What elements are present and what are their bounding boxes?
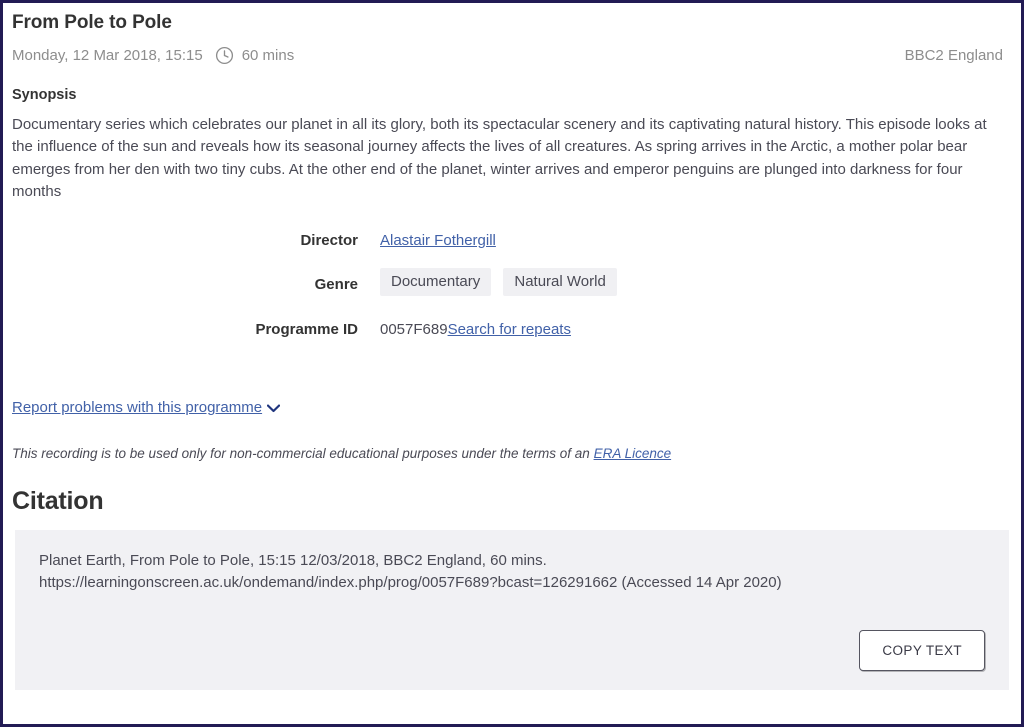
era-notice-text: This recording is to be used only for no… xyxy=(12,445,594,461)
citation-actions: COPY TEXT xyxy=(39,629,985,671)
director-value: Alastair Fothergill xyxy=(380,226,1021,268)
report-problems-block: Report problems with this programme xyxy=(3,338,1021,417)
director-link[interactable]: Alastair Fothergill xyxy=(380,232,496,249)
programme-detail-page: From Pole to Pole Monday, 12 Mar 2018, 1… xyxy=(3,3,1021,724)
browser-window-frame: From Pole to Pole Monday, 12 Mar 2018, 1… xyxy=(0,0,1024,727)
table-row-director: Director Alastair Fothergill xyxy=(3,226,1021,268)
citation-line-1: Planet Earth, From Pole to Pole, 15:15 1… xyxy=(39,551,547,569)
page-title: From Pole to Pole xyxy=(12,12,172,33)
genre-chip-natural-world[interactable]: Natural World xyxy=(503,267,617,296)
chevron-down-icon[interactable] xyxy=(266,401,281,416)
director-label: Director xyxy=(300,231,358,249)
duration-label: 60 mins xyxy=(241,47,295,64)
clock-icon xyxy=(215,46,234,65)
genre-label: Genre xyxy=(314,275,358,293)
programme-id-label: Programme ID xyxy=(255,320,358,338)
programme-meta-row: Monday, 12 Mar 2018, 15:15 60 mins BBC2 … xyxy=(3,34,1021,65)
era-licence-notice: This recording is to be used only for no… xyxy=(3,417,1021,461)
genre-value: Documentary Natural World xyxy=(380,267,1021,315)
citation-line-2: https://learningonscreen.ac.uk/ondemand/… xyxy=(39,573,782,591)
synopsis-heading: Synopsis xyxy=(12,87,77,103)
genre-chip-documentary[interactable]: Documentary xyxy=(380,267,492,296)
search-for-repeats-link[interactable]: Search for repeats xyxy=(448,321,571,338)
synopsis-text: Documentary series which celebrates our … xyxy=(12,116,987,201)
table-row-genre: Genre Documentary Natural World xyxy=(3,267,1021,315)
programme-details-table: Director Alastair Fothergill Genre Docum… xyxy=(3,226,1021,338)
broadcast-datetime: Monday, 12 Mar 2018, 15:15 xyxy=(12,47,203,64)
programme-meta-left: Monday, 12 Mar 2018, 15:15 60 mins xyxy=(12,46,905,65)
citation-heading: Citation xyxy=(12,486,104,515)
copy-text-button[interactable]: COPY TEXT xyxy=(859,629,985,671)
channel-label: BBC2 England xyxy=(904,47,1003,64)
programme-id-value-cell: 0057F689Search for repeats xyxy=(380,315,1021,338)
citation-panel: Planet Earth, From Pole to Pole, 15:15 1… xyxy=(15,529,1009,690)
era-licence-link[interactable]: ERA Licence xyxy=(594,446,672,461)
report-problems-link[interactable]: Report problems with this programme xyxy=(12,399,262,416)
table-row-programme-id: Programme ID 0057F689Search for repeats xyxy=(3,315,1021,338)
programme-id-value: 0057F689 xyxy=(380,320,448,338)
report-problems-label: Report problems with this programme xyxy=(12,398,263,416)
